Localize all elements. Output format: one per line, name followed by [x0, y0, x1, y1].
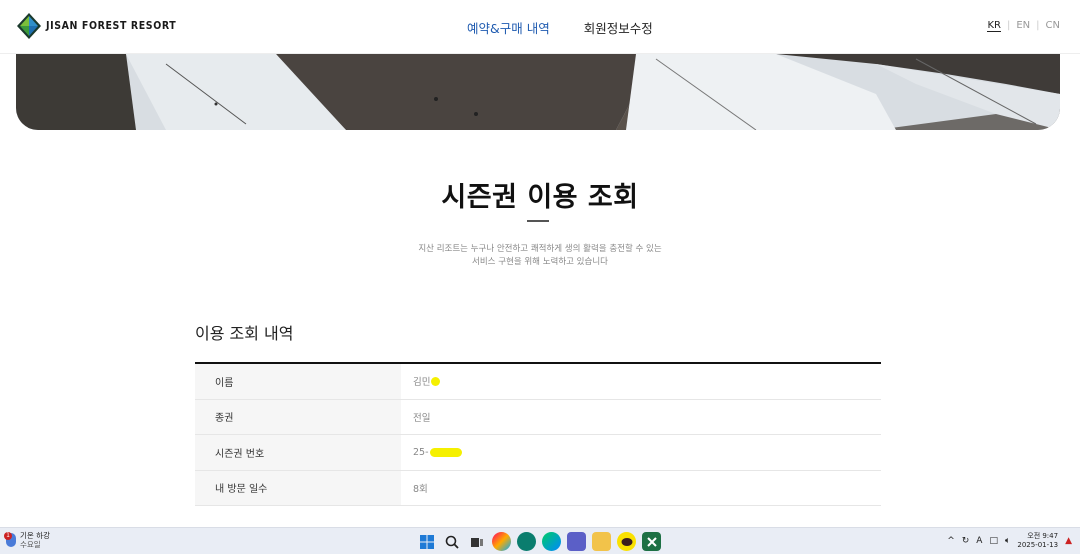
row-value-visit-count: 8회 — [413, 483, 428, 495]
speaker-icon[interactable]: 🔈︎ — [1005, 536, 1010, 546]
lang-divider: | — [1036, 20, 1040, 31]
lang-cn[interactable]: CN — [1046, 20, 1060, 32]
edge-icon[interactable] — [542, 532, 561, 551]
notification-badge: 1 — [4, 532, 12, 540]
row-value-name: 김민 — [401, 364, 881, 399]
main-nav: 예약&구매 내역 회원정보수정 — [467, 18, 653, 37]
copilot-icon[interactable] — [492, 532, 511, 551]
page-subtitle: 지산 리조트는 누구나 안전하고 쾌적하게 생의 활력을 충전할 수 있는 서비… — [0, 243, 1080, 269]
leaf-logo-icon — [17, 13, 41, 39]
logo-text: JISAN FOREST RESORT — [46, 20, 177, 32]
ski-slope-banner — [16, 54, 1060, 130]
row-value-pass-number: 25- — [401, 435, 881, 470]
weather-day: 수요일 — [20, 540, 41, 549]
kakaotalk-icon[interactable] — [617, 532, 636, 551]
lang-divider: | — [1006, 20, 1011, 31]
section-title: 이용 조회 내역 — [195, 324, 294, 343]
name-text: 김민 — [413, 377, 431, 389]
notification-bell-icon[interactable]: ▲ — [1065, 536, 1072, 546]
system-tray: ^ ↻ A □ 🔈︎ 오전 9:47 2025-01-13 ▲ — [947, 532, 1072, 550]
redaction-mark — [429, 447, 462, 457]
clock-date: 2025-01-13 — [1017, 541, 1059, 549]
subtitle-line-1: 지산 리조트는 누구나 안전하고 쾌적하게 생의 활력을 충전할 수 있는 — [418, 244, 662, 254]
redaction-mark — [431, 376, 441, 386]
table-row: 시즌권 번호 25- — [195, 435, 881, 471]
page-title: 시즌권 이용 조회 — [441, 182, 639, 213]
row-label-pass-number: 시즌권 번호 — [195, 435, 401, 470]
teams-icon[interactable] — [567, 532, 586, 551]
weather-title: 기온 하강 — [20, 531, 50, 540]
monitor-icon[interactable]: □ — [989, 536, 998, 546]
subtitle-line-2: 서비스 구현을 위해 노력하고 있습니다 — [472, 257, 608, 267]
weather-widget[interactable]: 1 기온 하강 수요일 — [4, 531, 50, 549]
row-label-name: 이름 — [195, 364, 401, 399]
file-explorer-icon[interactable] — [592, 532, 611, 551]
lang-en[interactable]: EN — [1016, 20, 1030, 32]
sync-icon[interactable]: ↻ — [962, 536, 970, 546]
usage-info-table: 이름 김민 종권 전일 시즌권 번호 25- 내 방문 일수 8회 — [195, 362, 881, 506]
windows-taskbar: 1 기온 하강 수요일 ^ ↻ A □ 🔈︎ 오전 9:47 2025-01-1… — [0, 527, 1080, 554]
taskbar-apps — [417, 532, 661, 551]
row-value-ticket-type: 전일 — [413, 412, 431, 424]
clock[interactable]: 오전 9:47 2025-01-13 — [1017, 532, 1058, 550]
clock-time: 오전 9:47 — [1027, 532, 1059, 540]
row-label-ticket-type: 종권 — [195, 399, 401, 434]
title-divider — [527, 220, 549, 222]
excel-icon[interactable] — [642, 532, 661, 551]
nav-member-info-edit[interactable]: 회원정보수정 — [584, 18, 653, 37]
row-label-visit-count: 내 방문 일수 — [195, 470, 401, 505]
task-view-icon[interactable] — [467, 532, 486, 551]
thermometer-icon: 1 — [4, 532, 16, 547]
table-row: 종권 전일 — [195, 399, 881, 435]
search-icon[interactable] — [442, 532, 461, 551]
pass-number-text: 25- — [413, 446, 429, 458]
lang-kr[interactable]: KR — [987, 20, 1001, 32]
table-row: 이름 김민 — [195, 364, 881, 400]
table-row: 내 방문 일수 8회 — [195, 470, 881, 506]
input-language[interactable]: A — [976, 536, 982, 546]
top-header: JISAN FOREST RESORT 예약&구매 내역 회원정보수정 KR |… — [0, 0, 1080, 54]
resort-logo[interactable]: JISAN FOREST RESORT — [16, 12, 176, 40]
browser-app-icon[interactable] — [517, 532, 536, 551]
nav-reservation-history[interactable]: 예약&구매 내역 — [467, 18, 550, 37]
windows-start-icon[interactable] — [417, 532, 436, 551]
chevron-up-icon[interactable]: ^ — [947, 536, 955, 546]
language-switcher: KR | EN | CN — [987, 20, 1060, 32]
